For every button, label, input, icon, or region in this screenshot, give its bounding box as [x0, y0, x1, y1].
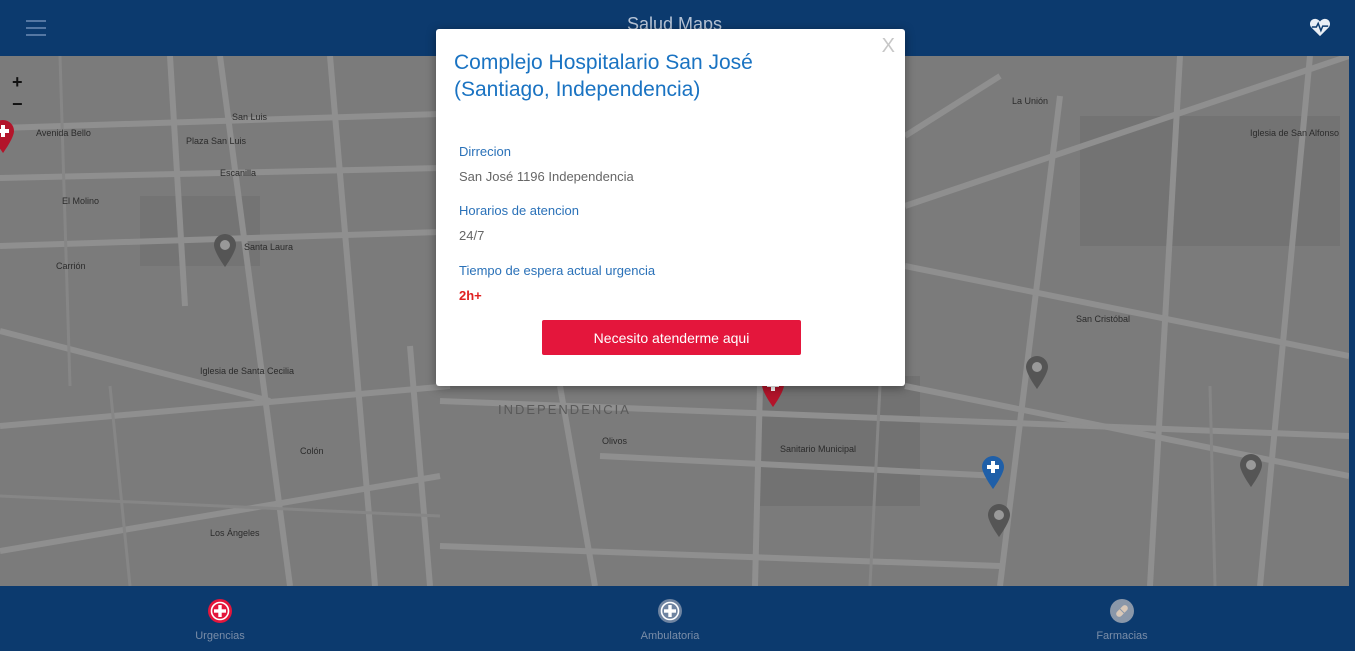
address-value: San José 1196 Independencia — [459, 169, 634, 184]
tab-ambulatoria[interactable]: Ambulatoria — [590, 586, 750, 651]
map-label: Sanitario Municipal — [780, 444, 857, 454]
address-label: Dirrecion — [459, 144, 512, 159]
gray-location-pin-icon[interactable] — [212, 232, 238, 268]
map-label: Olivos — [602, 436, 628, 446]
hospital-name: Complejo Hospitalario San José (Santiago… — [454, 51, 753, 101]
red-cross-icon — [208, 599, 232, 623]
gray-location-pin-icon[interactable] — [986, 502, 1012, 538]
tab-label: Farmacias — [1096, 630, 1148, 642]
district-label: INDEPENDENCIA — [498, 402, 631, 417]
map-label: Carrión — [56, 261, 86, 271]
map-label: El Molino — [62, 196, 100, 206]
tab-urgencias[interactable]: Urgencias — [140, 586, 300, 651]
map-label: Avenida Bello — [36, 128, 91, 138]
tab-farmacias[interactable]: Farmacias — [1042, 586, 1202, 651]
map-label: La Unión — [1012, 96, 1049, 106]
pill-icon — [1110, 599, 1134, 623]
hospital-info-dialog: X Complejo Hospitalario San José (Santia… — [436, 29, 905, 386]
map-label: Iglesia de San Alfonso — [1250, 128, 1340, 138]
plus-circle-icon — [658, 599, 682, 623]
blue-hospital-pin-icon[interactable] — [980, 454, 1006, 490]
zoom-out-button[interactable]: − — [12, 94, 23, 115]
wait-time-value: 2h+ — [459, 288, 482, 303]
red-hospital-pin-icon[interactable] — [0, 118, 16, 154]
hours-label: Horarios de atencion — [459, 203, 579, 218]
wait-time-label: Tiempo de espera actual urgencia — [459, 263, 656, 278]
heart-pulse-icon[interactable] — [1309, 17, 1331, 37]
map-label: Los Ángeles — [210, 528, 260, 538]
zoom-in-button[interactable]: + — [12, 72, 23, 93]
request-care-button[interactable]: Necesito atenderme aqui — [542, 320, 801, 355]
gray-location-pin-icon[interactable] — [1024, 354, 1050, 390]
map-label: Escanilla — [220, 168, 257, 178]
tab-label: Ambulatoria — [640, 630, 700, 642]
close-button[interactable]: X — [882, 35, 895, 58]
map-label: Iglesia de Santa Cecilia — [200, 366, 295, 376]
map-label: San Luis — [232, 112, 268, 122]
map-label: Colón — [300, 446, 324, 456]
map-label: Santa Laura — [244, 242, 294, 252]
gray-location-pin-icon[interactable] — [1238, 452, 1264, 488]
map-label: San Cristóbal — [1076, 314, 1131, 324]
map-label: Plaza San Luis — [186, 136, 247, 146]
hours-value: 24/7 — [459, 228, 485, 243]
tab-label: Urgencias — [195, 630, 245, 642]
bottom-tab-bar: Urgencias Ambulatoria Farmacias — [0, 586, 1349, 651]
app-frame: Salud Maps + − Avenida Bello Plaza San L… — [0, 0, 1349, 651]
